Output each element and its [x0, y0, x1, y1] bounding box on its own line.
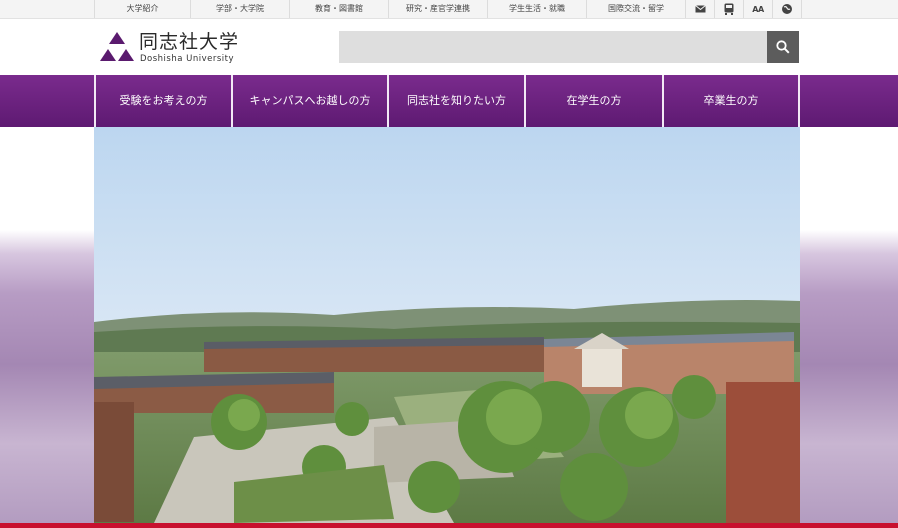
utility-icons: AA	[685, 0, 802, 18]
mail-icon[interactable]	[685, 0, 714, 18]
logo-english-name: Doshisha University	[140, 54, 235, 64]
global-nav-items: 受験をお考えの方 キャンパスへお越しの方 同志社を知りたい方 在学生の方 卒業生…	[94, 75, 800, 127]
hero-campus-image[interactable]	[94, 127, 800, 523]
utility-links: 大学紹介 学部・大学院 教育・図書館 研究・産官学連携 学生生活・就職 国際交流…	[94, 0, 685, 18]
search-icon	[776, 40, 790, 54]
logo-japanese-name: 同志社大学	[139, 31, 240, 53]
utility-link-education[interactable]: 教育・図書館	[289, 0, 388, 18]
hero-side-left	[0, 127, 94, 523]
site-header: 同志社大学 Doshisha University	[0, 19, 898, 75]
nav-prospective-students[interactable]: 受験をお考えの方	[94, 75, 231, 127]
nav-alumni[interactable]: 卒業生の方	[662, 75, 800, 127]
language-icon[interactable]	[772, 0, 802, 18]
font-size-icon[interactable]: AA	[743, 0, 772, 18]
utility-link-faculties[interactable]: 学部・大学院	[190, 0, 289, 18]
search-input[interactable]	[339, 31, 767, 63]
bottom-accent-bar	[0, 523, 898, 528]
hero-side-right	[800, 127, 898, 523]
utility-link-international[interactable]: 国際交流・留学	[586, 0, 685, 18]
global-nav: 受験をお考えの方 キャンパスへお越しの方 同志社を知りたい方 在学生の方 卒業生…	[0, 75, 898, 127]
university-logo[interactable]: 同志社大学 Doshisha University	[99, 30, 249, 66]
font-size-label: AA	[752, 4, 764, 14]
campus-photo	[94, 127, 800, 523]
nav-campus-visitors[interactable]: キャンパスへお越しの方	[231, 75, 387, 127]
logo-mark-icon	[100, 32, 134, 61]
nav-about-doshisha[interactable]: 同志社を知りたい方	[387, 75, 524, 127]
nav-current-students[interactable]: 在学生の方	[524, 75, 662, 127]
bus-icon[interactable]	[714, 0, 743, 18]
utility-bar: 大学紹介 学部・大学院 教育・図書館 研究・産官学連携 学生生活・就職 国際交流…	[0, 0, 898, 19]
hero-section	[0, 127, 898, 523]
search-button[interactable]	[767, 31, 799, 63]
utility-link-about[interactable]: 大学紹介	[94, 0, 190, 18]
site-search	[339, 31, 799, 63]
utility-link-research[interactable]: 研究・産官学連携	[388, 0, 487, 18]
utility-link-student-life[interactable]: 学生生活・就職	[487, 0, 586, 18]
